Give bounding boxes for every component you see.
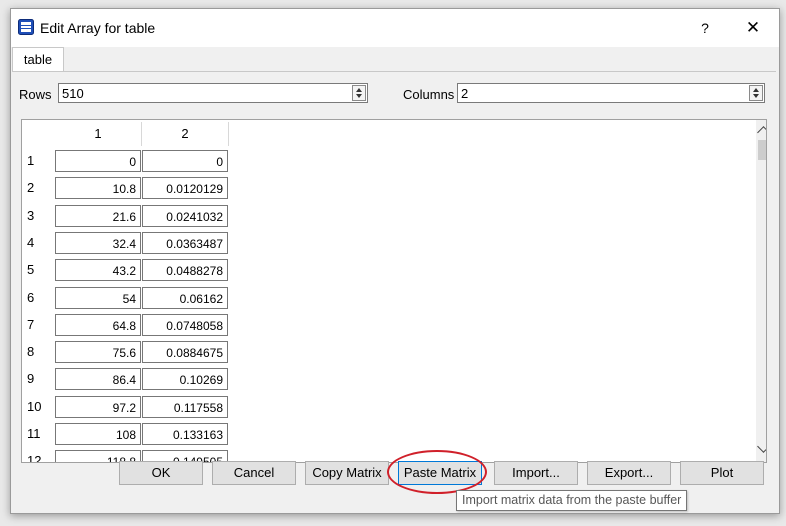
table-cell[interactable]: 0.0241032	[142, 205, 228, 227]
table-cell[interactable]: 21.6	[55, 205, 141, 227]
table-cell[interactable]: 75.6	[55, 341, 141, 363]
rows-spin-arrows[interactable]	[352, 85, 366, 101]
columns-spin-arrows[interactable]	[749, 85, 763, 101]
table-cell[interactable]: 0.06162	[142, 287, 228, 309]
table-cell[interactable]: 64.8	[55, 314, 141, 336]
table-cell[interactable]: 0.0488278	[142, 259, 228, 281]
paste-matrix-button[interactable]: Paste Matrix	[398, 461, 482, 485]
row-header[interactable]: 2	[27, 176, 55, 200]
help-icon[interactable]: ?	[694, 17, 716, 39]
row-header[interactable]: 10	[27, 395, 55, 419]
table-cell[interactable]: 0.10269	[142, 368, 228, 390]
row-header[interactable]: 4	[27, 231, 55, 255]
table-cell[interactable]: 108	[55, 423, 141, 445]
row-header[interactable]: 9	[27, 367, 55, 391]
vertical-scrollbar[interactable]	[756, 120, 766, 462]
spin-up-icon[interactable]	[356, 88, 362, 92]
rows-input[interactable]	[62, 85, 322, 101]
array-table: 1 2 1 0 0 2 10.8 0.0120129 3 21.6 0.0241032 4 32.4…	[21, 119, 767, 463]
scroll-thumb[interactable]	[758, 140, 766, 160]
export-button[interactable]: Export...	[587, 461, 671, 485]
import-button[interactable]: Import...	[494, 461, 578, 485]
edit-array-dialog: Edit Array for table ? ✕ table Rows Colu…	[10, 8, 780, 514]
table-cell[interactable]: 43.2	[55, 259, 141, 281]
table-cell[interactable]: 0.0884675	[142, 341, 228, 363]
close-icon[interactable]: ✕	[742, 17, 764, 39]
row-header[interactable]: 1	[27, 149, 55, 173]
columns-spinbox[interactable]	[457, 83, 765, 103]
table-cell[interactable]: 0	[55, 150, 141, 172]
plot-button[interactable]: Plot	[680, 461, 764, 485]
row-header[interactable]: 3	[27, 204, 55, 228]
ok-button[interactable]: OK	[119, 461, 203, 485]
rows-spinbox[interactable]	[58, 83, 368, 103]
row-header[interactable]: 8	[27, 340, 55, 364]
columns-input[interactable]	[461, 85, 721, 101]
row-header[interactable]: 12	[27, 449, 55, 462]
rows-label: Rows	[19, 87, 52, 102]
column-header[interactable]: 2	[142, 122, 229, 146]
row-header[interactable]: 11	[27, 422, 55, 446]
spin-down-icon[interactable]	[356, 94, 362, 98]
table-cell[interactable]: 32.4	[55, 232, 141, 254]
spin-up-icon[interactable]	[753, 88, 759, 92]
row-header[interactable]: 7	[27, 313, 55, 337]
table-cell[interactable]: 0.0120129	[142, 177, 228, 199]
table-cell[interactable]: 0.117558	[142, 396, 228, 418]
row-header[interactable]: 6	[27, 286, 55, 310]
table-cell[interactable]: 86.4	[55, 368, 141, 390]
copy-matrix-button[interactable]: Copy Matrix	[305, 461, 389, 485]
table-cell[interactable]: 0.0748058	[142, 314, 228, 336]
title-bar: Edit Array for table ? ✕	[11, 9, 779, 47]
table-cell[interactable]: 54	[55, 287, 141, 309]
spin-down-icon[interactable]	[753, 94, 759, 98]
paste-matrix-tooltip: Import matrix data from the paste buffer	[456, 490, 688, 511]
tab-table[interactable]: table	[12, 47, 64, 72]
table-cell[interactable]: 0	[142, 150, 228, 172]
scroll-up-icon[interactable]	[757, 126, 766, 139]
cancel-button[interactable]: Cancel	[212, 461, 296, 485]
column-header[interactable]: 1	[55, 122, 142, 146]
row-header[interactable]: 5	[27, 258, 55, 282]
window-title: Edit Array for table	[40, 20, 156, 36]
table-cell[interactable]: 0.133163	[142, 423, 228, 445]
columns-label: Columns	[403, 87, 455, 102]
array-table-icon	[18, 19, 34, 35]
table-cell[interactable]: 0.0363487	[142, 232, 228, 254]
scroll-down-icon[interactable]	[757, 440, 766, 453]
table-cell[interactable]: 10.8	[55, 177, 141, 199]
table-cell[interactable]: 97.2	[55, 396, 141, 418]
